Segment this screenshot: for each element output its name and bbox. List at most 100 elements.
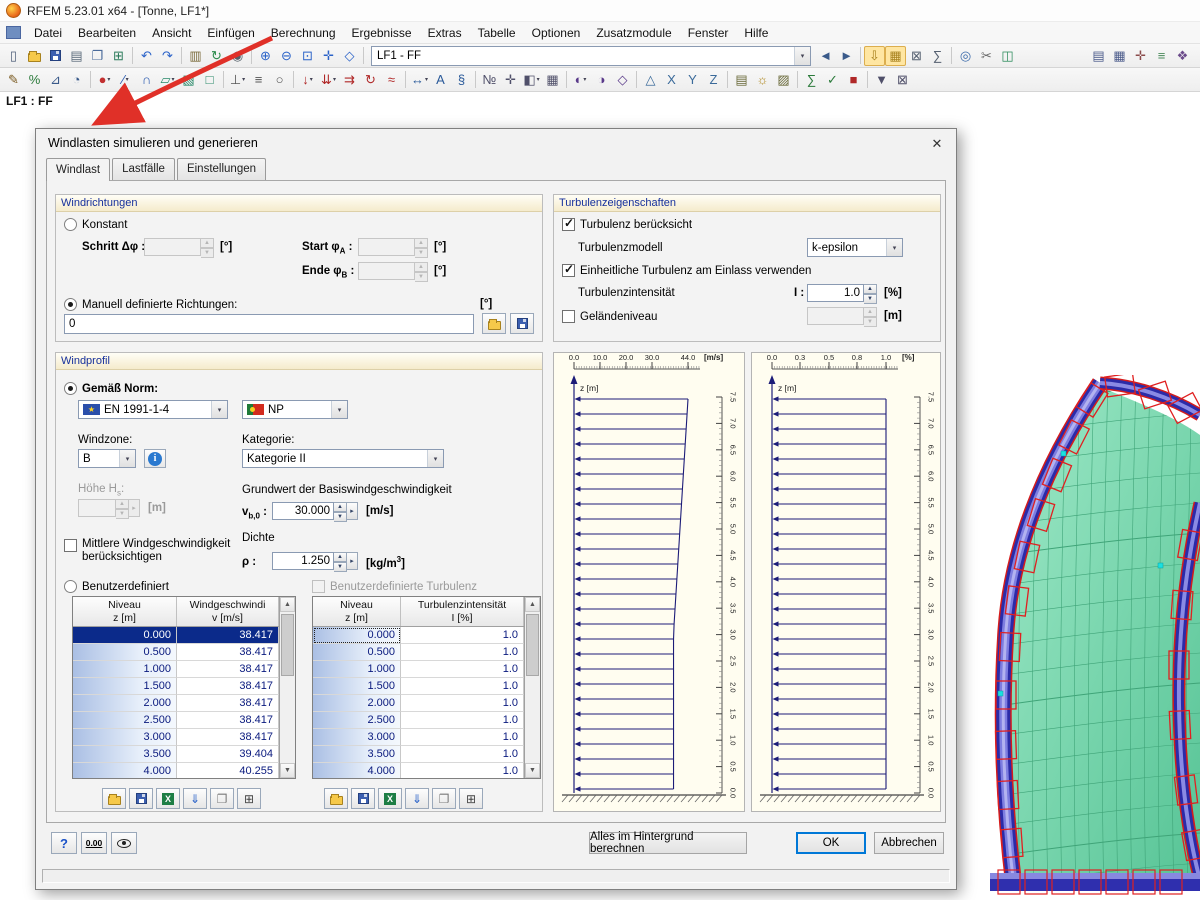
spin-up-icon[interactable]: ▲ xyxy=(864,284,877,294)
chevron-down-icon[interactable]: ▾ xyxy=(107,76,110,83)
checkbox-mittlere[interactable]: Mittlere Windgeschwindigkeit berücksicht… xyxy=(64,538,232,564)
menu-zusatzmodule[interactable]: Zusatzmodule xyxy=(588,23,679,43)
table-scrollbar[interactable]: ▲ ▼ xyxy=(279,597,295,778)
excel-export-button[interactable]: X xyxy=(156,788,180,809)
table-row[interactable]: 2.500 38.417 xyxy=(73,712,279,729)
chevron-down-icon[interactable]: ▾ xyxy=(331,401,347,418)
calculate-icon[interactable]: ∑ xyxy=(801,70,822,90)
spin-up-icon[interactable]: ▲ xyxy=(415,262,428,272)
display-properties-button[interactable] xyxy=(111,832,137,854)
show-figures-icon[interactable]: ▦ xyxy=(885,45,906,66)
spin-up-icon[interactable]: ▲ xyxy=(334,552,347,562)
table-cell[interactable]: 0.500 xyxy=(73,644,177,661)
spinner-value[interactable] xyxy=(78,499,116,517)
intensitaet-spinner[interactable]: 1.0 ▲ ▼ xyxy=(807,284,877,304)
table-cell[interactable]: 1.500 xyxy=(313,678,401,695)
table-cell[interactable]: 38.417 xyxy=(177,661,279,678)
undo-icon[interactable]: ↶ xyxy=(136,46,157,66)
cancel-button[interactable]: Abbrechen xyxy=(874,832,944,854)
table-cell[interactable]: 38.417 xyxy=(177,695,279,712)
table-cell[interactable]: 38.417 xyxy=(177,627,279,644)
table-cell[interactable]: 40.255 xyxy=(177,763,279,778)
colors-icon[interactable]: ▨ xyxy=(773,70,794,90)
print-icon[interactable]: ▤ xyxy=(66,46,87,66)
member-load-icon[interactable]: ⇊ ▾ xyxy=(318,70,339,90)
vb0-spinner[interactable]: 30.000 ▲ ▼ ▸ xyxy=(272,502,358,522)
checkbox-einheitlich[interactable]: Einheitliche Turbulenz am Einlass verwen… xyxy=(562,262,811,277)
export-file-button[interactable] xyxy=(129,788,153,809)
radio-gemaess-norm[interactable]: Gemäß Norm: xyxy=(64,382,158,395)
table-cell[interactable]: 2.000 xyxy=(313,695,401,712)
table-cell[interactable]: 2.500 xyxy=(313,712,401,729)
axes-icon[interactable]: ✛ xyxy=(500,70,521,90)
hoehe-spinner[interactable]: ▲ ▼ ▸ xyxy=(78,499,140,519)
table-cell[interactable]: 1.0 xyxy=(401,644,524,661)
view-y-icon[interactable]: Y xyxy=(682,70,703,90)
hinge-icon[interactable]: ○ xyxy=(269,70,290,90)
table-cell[interactable]: 1.0 xyxy=(401,746,524,763)
annex-combo[interactable]: NP ▾ xyxy=(242,400,348,419)
node-tool-icon[interactable]: ● ▾ xyxy=(94,70,115,90)
member-icon[interactable]: ≡ xyxy=(248,70,269,90)
stop-icon[interactable]: ■ xyxy=(843,70,864,90)
calculator-button[interactable]: ⊞ xyxy=(237,788,261,809)
menu-optionen[interactable]: Optionen xyxy=(524,23,589,43)
move-view-icon[interactable]: ✛ xyxy=(318,46,339,66)
surface-load-icon[interactable]: ⇉ xyxy=(339,70,360,90)
table-row[interactable]: 4.000 1.0 xyxy=(313,763,524,778)
table-cell[interactable]: 1.0 xyxy=(401,678,524,695)
view-z-icon[interactable]: Z xyxy=(703,70,724,90)
transparency-icon[interactable]: ◑ xyxy=(591,70,612,90)
redo-icon[interactable]: ↷ xyxy=(157,46,178,66)
menu-datei[interactable]: Datei xyxy=(26,23,70,43)
menu-hilfe[interactable]: Hilfe xyxy=(736,23,776,43)
background-icon[interactable]: ▤ xyxy=(731,70,752,90)
kategorie-combo[interactable]: Kategorie II ▾ xyxy=(242,449,444,468)
gelaende-spinner[interactable]: ▲ ▼ xyxy=(807,307,877,327)
chevron-down-icon[interactable]: ▾ xyxy=(333,76,336,83)
render-mode-icon[interactable]: ◐ ▾ xyxy=(570,70,591,90)
excel-export-button[interactable]: X xyxy=(378,788,402,809)
close-icon[interactable]: ✕ xyxy=(926,134,948,153)
zoom-out-icon[interactable]: ⊖ xyxy=(276,46,297,66)
checkbox-icon[interactable] xyxy=(562,216,575,231)
checkbox-icon[interactable] xyxy=(562,310,575,323)
chevron-down-icon[interactable]: ▾ xyxy=(171,76,174,83)
numbering-icon[interactable]: № xyxy=(479,70,500,90)
table-row[interactable]: 0.500 38.417 xyxy=(73,644,279,661)
load-case-combo[interactable]: LF1 - FF ▾ xyxy=(371,45,811,66)
spinner-value[interactable] xyxy=(807,307,864,325)
tab-windlast[interactable]: Windlast xyxy=(46,158,111,181)
wireframe-icon[interactable]: ◇ xyxy=(612,70,633,90)
isometry-icon[interactable]: △ xyxy=(640,70,661,90)
spinner-value[interactable]: 1.0 xyxy=(807,284,864,302)
import-table-button[interactable]: ⇓ xyxy=(405,788,429,809)
spinner-value[interactable] xyxy=(144,238,201,256)
view-x-icon[interactable]: X xyxy=(661,70,682,90)
table-scrollbar[interactable]: ▲ ▼ xyxy=(524,597,540,778)
spin-down-icon[interactable]: ▼ xyxy=(415,272,428,282)
direction-list-input[interactable] xyxy=(64,314,474,334)
radio-icon[interactable] xyxy=(64,298,77,311)
open-directions-button[interactable] xyxy=(482,313,506,334)
model-3d-viewport[interactable] xyxy=(950,375,1200,900)
start-spinner[interactable]: ▲ ▼ xyxy=(358,238,428,258)
grid-settings-icon[interactable]: ▦ xyxy=(542,70,563,90)
table-row[interactable]: 0.000 1.0 xyxy=(313,627,524,644)
filter-icon[interactable]: ▼ xyxy=(871,70,892,90)
save-icon[interactable] xyxy=(45,46,66,66)
scroll-track[interactable] xyxy=(525,612,540,763)
table-row[interactable]: 0.500 1.0 xyxy=(313,644,524,661)
visibilities-icon[interactable]: ◫ xyxy=(997,46,1018,66)
scroll-thumb[interactable] xyxy=(526,614,539,676)
chevron-down-icon[interactable]: ▾ xyxy=(126,76,129,83)
spin-up-icon[interactable]: ▲ xyxy=(864,307,877,317)
cut-view-icon[interactable]: ✂ xyxy=(976,46,997,66)
calculator-button[interactable]: ⊞ xyxy=(459,788,483,809)
wind-speed-table[interactable]: Niveau z [m] Windgeschwindi v [m/s] 0.000 38.… xyxy=(72,596,296,779)
table-cell[interactable]: 1.0 xyxy=(401,627,524,644)
table-cell[interactable]: 0.000 xyxy=(313,627,401,644)
table-cell[interactable]: 4.000 xyxy=(73,763,177,778)
moment-load-icon[interactable]: ↻ xyxy=(360,70,381,90)
new-file-icon[interactable]: ▯ xyxy=(3,46,24,66)
